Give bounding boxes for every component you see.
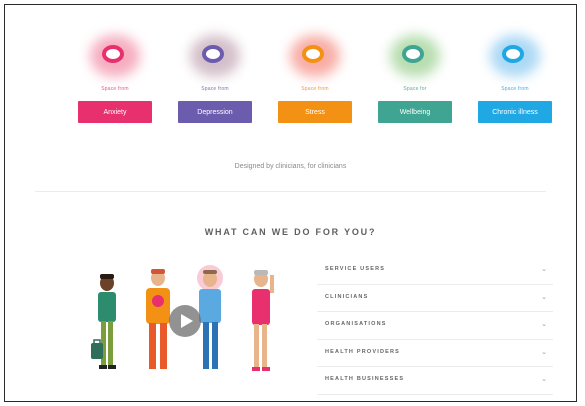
chronic-illness-button[interactable]: Chronic illness <box>478 101 552 123</box>
person-orange <box>146 269 170 369</box>
purple-swirl-logo-icon <box>190 35 240 77</box>
chevron-down-icon: ⌄ <box>541 321 547 328</box>
card-depression: Space from Depression <box>175 35 255 135</box>
anxiety-button[interactable]: Anxiety <box>78 101 152 123</box>
audience-accordion: SERVICE USERS ⌄ CLINICIANS ⌄ ORGANISATIO… <box>317 257 553 395</box>
orange-swirl-logo-icon <box>290 35 340 77</box>
person-pink <box>252 270 274 371</box>
accordion-label: HEALTH PROVIDERS <box>325 348 401 355</box>
play-icon[interactable] <box>169 305 201 337</box>
card-caption: Space from <box>101 86 129 92</box>
chevron-down-icon: ⌄ <box>541 376 547 383</box>
accordion-label: SERVICE USERS <box>325 266 386 272</box>
pink-swirl-logo-icon <box>90 35 140 77</box>
person-blue <box>197 265 223 369</box>
accordion-health-businesses[interactable]: HEALTH BUSINESSES ⌄ <box>317 367 553 395</box>
accordion-organisations[interactable]: ORGANISATIONS ⌄ <box>317 312 553 340</box>
card-stress: Space from Stress <box>275 35 355 135</box>
accordion-label: HEALTH BUSINESSES <box>325 376 405 382</box>
blue-swirl-logo-icon <box>490 35 540 77</box>
category-cards: Space from Anxiety Space from Depression… <box>75 35 555 135</box>
card-caption: Space for <box>403 86 427 92</box>
page-frame: Space from Anxiety Space from Depression… <box>4 4 577 402</box>
wellbeing-button[interactable]: Wellbeing <box>378 101 452 123</box>
accordion-health-providers[interactable]: HEALTH PROVIDERS ⌄ <box>317 340 553 367</box>
chevron-down-icon: ⌄ <box>541 293 547 301</box>
card-anxiety: Space from Anxiety <box>75 35 155 135</box>
person-with-bag <box>91 274 116 369</box>
accordion-service-users[interactable]: SERVICE USERS ⌄ <box>317 257 553 285</box>
green-swirl-logo-icon <box>390 35 440 77</box>
divider <box>35 191 546 192</box>
card-caption: Space from <box>501 86 529 92</box>
depression-button[interactable]: Depression <box>178 101 252 123</box>
accordion-label: ORGANISATIONS <box>325 321 387 327</box>
card-wellbeing: Space for Wellbeing <box>375 35 455 135</box>
section-title: WHAT CAN WE DO FOR YOU? <box>204 227 377 237</box>
chevron-down-icon: ⌄ <box>541 266 547 273</box>
card-caption: Space from <box>301 86 329 92</box>
card-caption: Space from <box>201 86 229 92</box>
accordion-clinicians[interactable]: CLINICIANS ⌄ <box>317 285 553 312</box>
stress-button[interactable]: Stress <box>278 101 352 123</box>
tagline: Designed by clinicians, for clinicians <box>234 163 347 170</box>
card-chronic-illness: Space from Chronic illness <box>475 35 555 135</box>
accordion-label: CLINICIANS <box>325 293 369 300</box>
chevron-down-icon: ⌄ <box>541 348 547 356</box>
